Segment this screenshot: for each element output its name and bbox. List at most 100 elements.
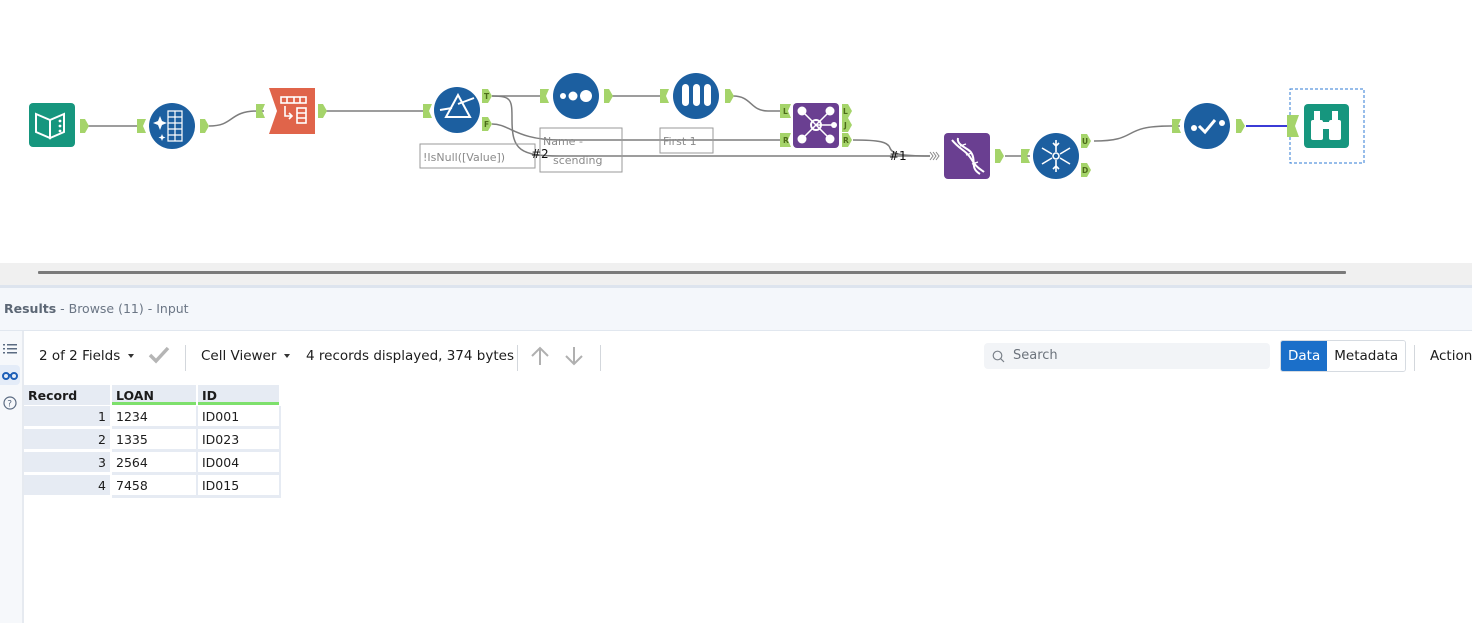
connection-cleansing-texttocols[interactable] <box>208 110 264 127</box>
chevron-down-icon <box>128 354 135 358</box>
results-grid: Record LOAN ID 1 1234 ID001 2 1335 ID023… <box>24 383 1472 623</box>
tab-data[interactable]: Data <box>1281 341 1328 371</box>
records-info: 4 records displayed, 374 bytes <box>306 348 514 364</box>
port-sort-out[interactable] <box>604 89 613 103</box>
id-cell[interactable]: ID023 <box>198 429 281 452</box>
port-filter-in[interactable] <box>423 104 432 118</box>
port-cleansing-out[interactable] <box>200 119 209 133</box>
svg-text:U: U <box>1082 137 1088 146</box>
data-table: Record LOAN ID 1 1234 ID001 2 1335 ID023… <box>24 385 281 498</box>
port-unique-out-unique[interactable]: U <box>1081 134 1091 148</box>
table-row[interactable]: 2 1335 ID023 <box>24 429 281 452</box>
actions-menu[interactable]: Actions <box>1430 348 1472 364</box>
svg-text:D: D <box>1082 166 1088 175</box>
port-input-out[interactable] <box>80 119 89 133</box>
port-join-in-right[interactable]: R <box>780 133 791 147</box>
tool-filter[interactable] <box>434 87 480 133</box>
connection-label-1: #1 <box>889 149 907 163</box>
port-texttocols-out[interactable] <box>318 104 327 118</box>
port-join-in-left[interactable]: L <box>780 104 791 118</box>
list-icon[interactable] <box>0 339 20 359</box>
results-title: Results - Browse (11) - Input <box>4 301 189 316</box>
results-header: Results - Browse (11) - Input <box>0 288 1472 331</box>
workflow-svg: !IsNull([Value]) Name - scending First 1… <box>29 73 1365 179</box>
svg-text:R: R <box>843 136 849 145</box>
column-header-id[interactable]: ID <box>198 385 281 406</box>
column-header-record[interactable]: Record <box>24 385 112 406</box>
port-sort-in[interactable] <box>540 89 549 103</box>
column-header-loan[interactable]: LOAN <box>112 385 198 406</box>
tool-join[interactable] <box>793 103 839 148</box>
id-cell[interactable]: ID001 <box>198 406 281 429</box>
tool-data-cleansing[interactable] <box>149 103 195 149</box>
port-sample-out[interactable] <box>725 89 734 103</box>
tool-select[interactable] <box>1184 103 1230 149</box>
port-sample-in[interactable] <box>660 89 669 103</box>
port-select-out[interactable] <box>1236 119 1245 133</box>
tab-metadata[interactable]: Metadata <box>1327 341 1406 371</box>
port-cleansing-in[interactable] <box>137 119 146 133</box>
scroll-down-button[interactable] <box>563 345 585 371</box>
connection-sample-join[interactable] <box>732 95 782 112</box>
annotation-filter: !IsNull([Value]) <box>419 143 536 169</box>
toolbar-divider <box>600 345 601 371</box>
table-row[interactable]: 4 7458 ID015 <box>24 475 281 498</box>
apply-fields-button[interactable] <box>148 346 170 368</box>
fields-dropdown[interactable]: 2 of 2 Fields <box>39 348 135 364</box>
svg-text:F: F <box>484 120 489 129</box>
port-browse-in[interactable] <box>1287 115 1299 137</box>
loan-cell[interactable]: 7458 <box>112 475 198 498</box>
arrow-down-icon <box>565 347 583 366</box>
record-cell[interactable]: 3 <box>24 452 112 475</box>
scroll-up-button[interactable] <box>529 345 551 371</box>
loan-cell[interactable]: 1234 <box>112 406 198 429</box>
port-filter-false[interactable]: F <box>482 117 492 131</box>
test-tubes-icon <box>682 84 711 106</box>
search-placeholder: Search <box>1013 348 1058 363</box>
tool-browse[interactable] <box>1304 104 1349 148</box>
chevron-down-icon <box>284 354 291 358</box>
canvas-horizontal-scrollbar[interactable] <box>0 263 1472 285</box>
port-union-out[interactable] <box>995 149 1004 163</box>
workflow-canvas[interactable]: !IsNull([Value]) Name - scending First 1… <box>0 0 1472 263</box>
tool-sample[interactable] <box>673 73 719 119</box>
connections <box>88 95 1180 157</box>
tool-sort[interactable] <box>553 73 599 119</box>
record-cell[interactable]: 1 <box>24 406 112 429</box>
annotation-sort: Name - scending <box>539 127 623 173</box>
search-input[interactable]: Search <box>984 343 1270 369</box>
results-toolbar: 2 of 2 Fields Cell Viewer 4 records disp… <box>24 331 1472 383</box>
connection-unique-select[interactable] <box>1093 125 1180 142</box>
tool-text-to-columns[interactable] <box>269 88 315 134</box>
port-unique-out-dup[interactable]: D <box>1081 163 1091 177</box>
cell-viewer-dropdown[interactable]: Cell Viewer <box>201 348 291 364</box>
toolbar-divider <box>517 345 518 371</box>
id-cell[interactable]: ID015 <box>198 475 281 498</box>
record-cell[interactable]: 2 <box>24 429 112 452</box>
port-filter-true[interactable]: T <box>482 89 492 103</box>
table-row[interactable]: 3 2564 ID004 <box>24 452 281 475</box>
arrow-up-icon <box>531 346 549 365</box>
record-cell[interactable]: 4 <box>24 475 112 498</box>
tool-input[interactable] <box>29 103 75 147</box>
connection-filter-false-join[interactable] <box>491 123 782 141</box>
id-cell[interactable]: ID004 <box>198 452 281 475</box>
loan-cell[interactable]: 1335 <box>112 429 198 452</box>
binoculars-icon[interactable] <box>0 365 20 385</box>
help-icon[interactable]: ? <box>0 393 20 413</box>
port-join-out-join[interactable]: J <box>842 118 852 132</box>
toolbar-divider <box>185 345 186 371</box>
svg-text:Name -: Name - <box>543 135 583 148</box>
table-row[interactable]: 1 1234 ID001 <box>24 406 281 429</box>
svg-text:R: R <box>783 136 789 145</box>
svg-text:!IsNull([Value]): !IsNull([Value]) <box>423 151 505 164</box>
tool-unique[interactable] <box>1033 133 1079 179</box>
port-join-out-left[interactable]: L <box>842 104 852 118</box>
view-toggle: Data Metadata <box>1280 340 1407 372</box>
fields-label: 2 of 2 Fields <box>39 348 121 364</box>
port-join-out-right[interactable]: R <box>842 133 852 147</box>
loan-cell[interactable]: 2564 <box>112 452 198 475</box>
scrollbar-thumb[interactable] <box>38 271 1346 274</box>
tool-union[interactable] <box>944 133 990 179</box>
svg-text:J: J <box>843 121 847 130</box>
